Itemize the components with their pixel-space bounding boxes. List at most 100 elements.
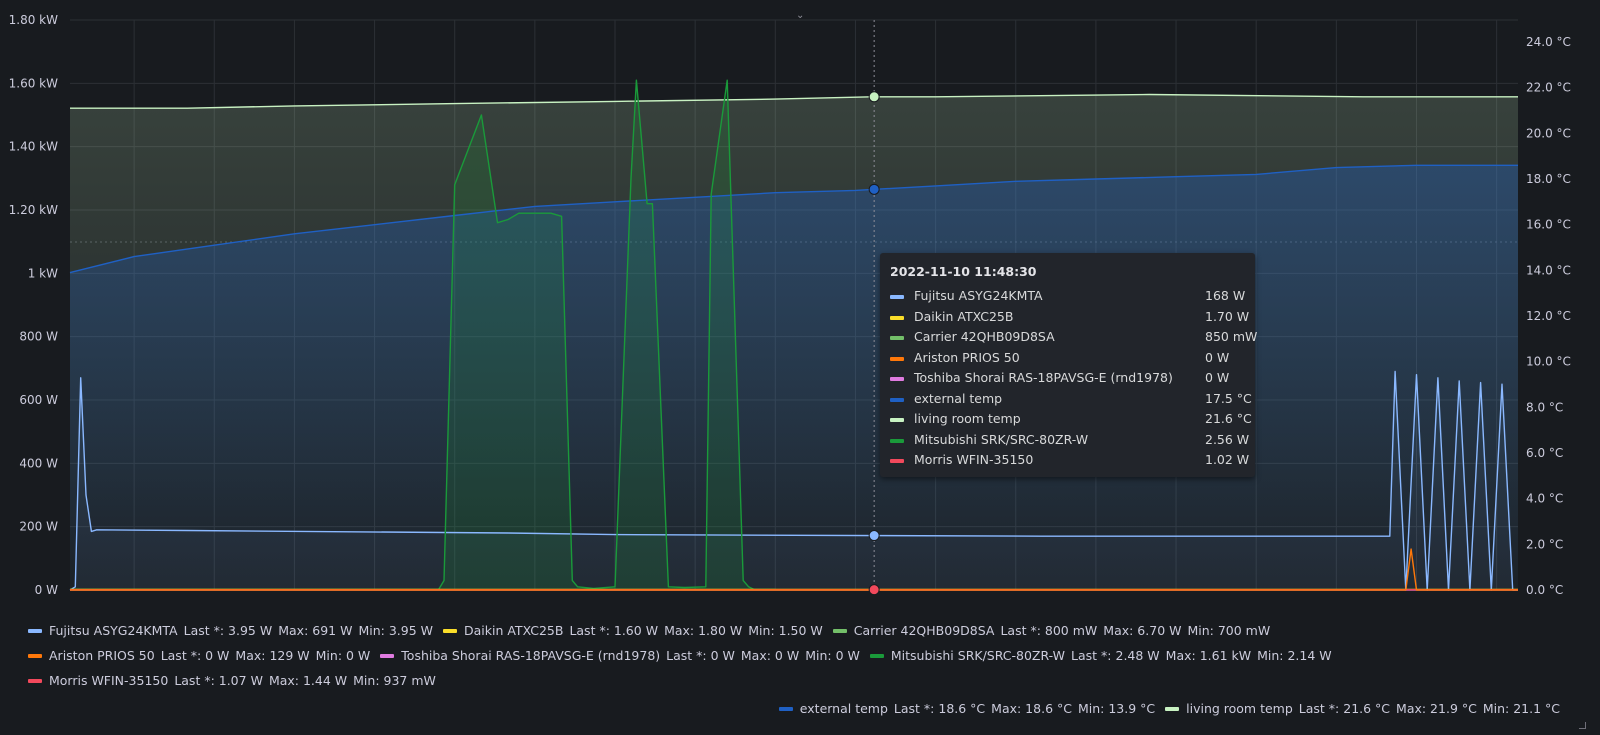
left-tick-label: 1.20 kW (9, 203, 58, 217)
tooltip-series-value: 0 W (1205, 349, 1230, 365)
legend-item[interactable]: Mitsubishi SRK/SRC-80ZR-W Last *: 2.48 W M… (869, 648, 1332, 663)
legend-series-name: Carrier 42QHB09D8SA (853, 623, 995, 638)
legend-stat: Min: 21.1 °C (1482, 701, 1560, 716)
right-tick-label: 10.0 °C (1526, 355, 1571, 369)
right-tick-label: 18.0 °C (1526, 172, 1571, 186)
right-tick-label: 12.0 °C (1526, 309, 1571, 323)
legend-stat: Max: 1.80 W (664, 623, 743, 638)
tooltip-series-name: Mitsubishi SRK/SRC-80ZR-W (914, 431, 1089, 447)
tooltip-swatch (890, 295, 904, 299)
legend-stat: Last *: 18.6 °C (893, 701, 986, 716)
legend-item[interactable]: Ariston PRIOS 50 Last *: 0 W Max: 129 W Min… (28, 648, 370, 663)
legend-stat: Max: 0 W (740, 648, 800, 663)
tooltip-row: Morris WFIN-35150 1.02 W (890, 452, 1249, 470)
legend-stat: Last *: 1.60 W (569, 623, 659, 638)
legend-item[interactable]: Daikin ATXC25B Last *: 1.60 W Max: 1.80 W M… (442, 623, 823, 638)
legend-row: Morris WFIN-35150 Last *: 1.07 W Max: 1.44… (28, 673, 446, 688)
legend-series-name: Daikin ATXC25B (463, 623, 564, 638)
right-tick-label: 22.0 °C (1526, 81, 1571, 95)
legend-stat: Last *: 800 mW (1000, 623, 1098, 638)
legend-swatch (28, 653, 42, 658)
legend-stat: Min: 2.14 W (1257, 648, 1332, 663)
tooltip-series-name: Carrier 42QHB09D8SA (914, 329, 1055, 344)
tooltip-time: 2022-11-10 11:48:30 (890, 264, 1037, 279)
legend-item[interactable]: Morris WFIN-35150 Last *: 1.07 W Max: 1.44… (28, 673, 436, 688)
legend-stat: Max: 1.44 W (268, 673, 348, 688)
left-tick-label: 800 W (19, 330, 58, 344)
legend-stat: Last *: 0 W (666, 648, 735, 663)
tooltip-series-name: Toshiba Shorai RAS-18PAVSG-E (rnd1978) (914, 370, 1173, 385)
legend-swatch (28, 628, 42, 633)
left-tick-label: 1.60 kW (9, 76, 58, 90)
legend-stat: Last *: 0 W (160, 648, 230, 663)
left-tick-label: 200 W (19, 520, 58, 534)
tooltip-series-value: 168 W (1205, 288, 1246, 303)
tooltip-series-value: 1.02 W (1205, 452, 1250, 467)
left-tick-label: 1 kW (28, 266, 58, 280)
legend-row: Ariston PRIOS 50 Last *: 0 W Max: 129 W Min… (28, 648, 1342, 663)
legend-stat: Min: 1.50 W (748, 623, 823, 638)
left-tick-label: 1.40 kW (9, 140, 58, 154)
tooltip-swatch (890, 315, 904, 320)
tooltip-series-name: Ariston PRIOS 50 (914, 349, 1020, 365)
tooltip-series-value: 2.56 W (1205, 431, 1250, 447)
legend-stat: Max: 18.6 °C (991, 701, 1072, 716)
hover-tooltip: 2022-11-10 11:48:30 Fujitsu ASYG24KMTA 16… (880, 253, 1258, 477)
right-tick-label: 4.0 °C (1526, 492, 1563, 506)
right-tick-label: 16.0 °C (1526, 218, 1571, 232)
legend-swatch (869, 653, 884, 658)
right-tick-label: 24.0 °C (1526, 35, 1571, 49)
left-axis-labels: 0 W 200 W 400 W 600 W 800 W 1 kW 1.20 kW 1.40 k… (9, 13, 58, 597)
tooltip-series-name: Daikin ATXC25B (914, 308, 1014, 324)
legend-stat: Min: 0 W (805, 648, 860, 663)
tooltip-row: Ariston PRIOS 50 0 W (890, 350, 1245, 368)
tooltip-series-value: 17.5 °C (1205, 390, 1252, 406)
left-tick-label: 0 W (35, 583, 58, 597)
legend-stat: Max: 21.9 °C (1396, 701, 1477, 716)
legend-stat: Min: 3.95 W (358, 623, 433, 638)
tooltip-series-value: 850 mW (1205, 329, 1258, 344)
hover-point-morris-wfin-35150 (868, 584, 880, 596)
legend-stat: Last *: 1.07 W (174, 673, 263, 688)
tooltip-series-name: living room temp (914, 411, 1021, 426)
legend-stat: Last *: 3.95 W (183, 623, 273, 638)
legend-series-name: Fujitsu ASYG24KMTA (49, 623, 178, 638)
chart-canvas[interactable]: 0 W 200 W 400 W 600 W 800 W 1 kW 1.20 kW 1.40 k… (0, 0, 1600, 600)
legend-stat: Min: 700 mW (1187, 623, 1271, 638)
legend-item[interactable]: Carrier 42QHB09D8SA Last *: 800 mW Max: 6.… (832, 623, 1271, 638)
tooltip-series-value: 21.6 °C (1205, 411, 1252, 426)
legend-swatch (28, 678, 42, 683)
legend-series-name: Toshiba Shorai RAS-18PAVSG-E (rnd1978) (401, 648, 661, 663)
tooltip-series-name: external temp (914, 390, 1003, 406)
resize-handle-icon[interactable] (1579, 722, 1586, 729)
legend-stat: Max: 691 W (278, 623, 353, 638)
legend-stat: Min: 0 W (315, 648, 371, 663)
right-tick-label: 6.0 °C (1526, 446, 1563, 460)
tooltip-series-value: 0 W (1205, 370, 1230, 385)
legend-swatch (380, 653, 395, 658)
left-tick-label: 1.80 kW (9, 13, 58, 27)
legend-swatch (778, 706, 793, 711)
legend-swatch (442, 628, 457, 633)
legend-series-name: Ariston PRIOS 50 (49, 648, 155, 663)
legend-series-name: external temp (799, 701, 888, 716)
tooltip-series-name: Morris WFIN-35150 (914, 452, 1034, 467)
legend-item[interactable]: Toshiba Shorai RAS-18PAVSG-E (rnd1978) La… (380, 648, 860, 663)
legend-series-name: Mitsubishi SRK/SRC-80ZR-W (890, 648, 1066, 663)
legend-item[interactable]: living room temp Last *: 21.6 °C Max: 21.9… (1165, 701, 1560, 716)
chevron-down-icon[interactable]: ⌄ (796, 10, 804, 21)
left-tick-label: 600 W (19, 393, 58, 407)
tooltip-row: Toshiba Shorai RAS-18PAVSG-E (rnd1978) 0 … (890, 370, 1245, 388)
legend-series-name: living room temp (1186, 701, 1293, 716)
legend-item[interactable]: Fujitsu ASYG24KMTA Last *: 3.95 W Max: 691… (28, 623, 433, 638)
legend-stat: Min: 13.9 °C (1077, 701, 1156, 716)
tooltip-swatch (890, 438, 904, 443)
legend-swatch (832, 628, 847, 633)
tooltip-row: Daikin ATXC25B 1.70 W (890, 308, 1249, 327)
tooltip-swatch (890, 336, 904, 340)
right-tick-label: 2.0 °C (1526, 537, 1563, 551)
legend-stat: Max: 129 W (235, 648, 310, 663)
series-areas (70, 80, 1518, 591)
legend-item[interactable]: external temp Last *: 18.6 °C Max: 18.6 °C… (778, 701, 1156, 716)
tooltip-series-value: 1.70 W (1205, 308, 1250, 324)
